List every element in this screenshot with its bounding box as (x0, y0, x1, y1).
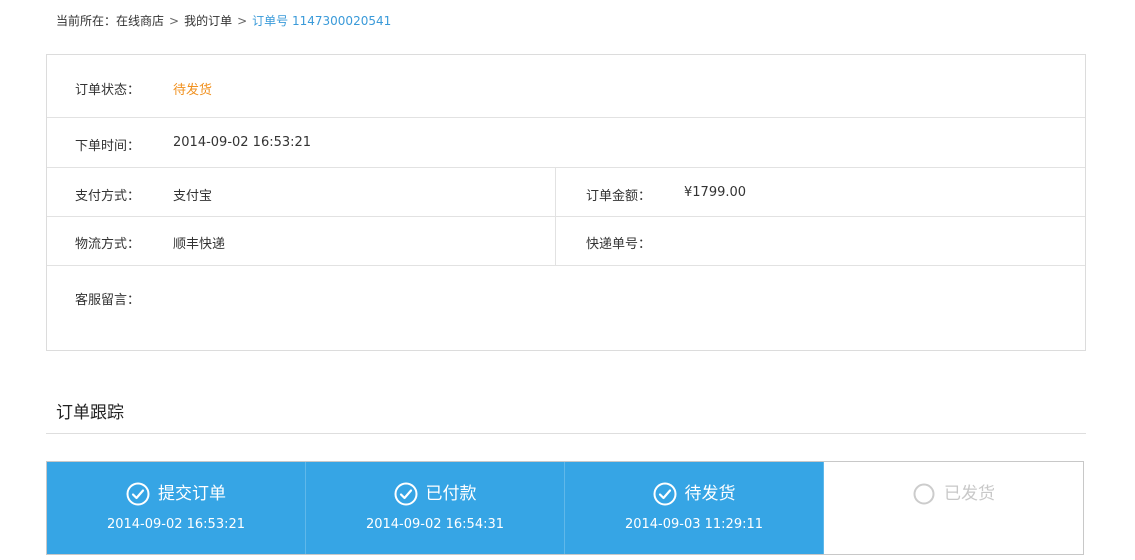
order-status-row: 订单状态： 待发货 (47, 55, 1085, 118)
payment-row: 支付方式： 支付宝 订单金额： ¥1799.00 (47, 168, 1085, 217)
breadcrumb-link-store[interactable]: 在线商店 (116, 14, 164, 28)
order-tracking-steps: 提交订单 2014-09-02 16:53:21 已付款 2014-09-02 … (46, 461, 1084, 555)
tracking-step-submitted: 提交订单 2014-09-02 16:53:21 (47, 462, 306, 554)
payment-method-value: 支付宝 (173, 189, 213, 204)
tracking-step-label: 待发货 (684, 484, 736, 504)
empty-circle-icon (913, 483, 935, 505)
tracking-step-label: 已发货 (944, 484, 995, 504)
order-info-panel: 订单状态： 待发货 下单时间： 2014-09-02 16:53:21 支付方式… (46, 54, 1086, 351)
tracking-step-paid: 已付款 2014-09-02 16:54:31 (306, 462, 565, 554)
tracking-step-label: 已付款 (425, 484, 477, 504)
shipping-method-value: 顺丰快递 (173, 237, 226, 252)
tracking-step-time: 2014-09-02 16:53:21 (106, 517, 246, 532)
tracking-step-time: 2014-09-03 11:29:11 (624, 517, 764, 532)
breadcrumb-link-orders[interactable]: 我的订单 (184, 14, 232, 28)
order-tracking-title: 订单跟踪 (56, 403, 124, 423)
tracking-step-shipped: 已发货 (824, 462, 1083, 554)
order-status-label: 订单状态： (75, 83, 141, 98)
check-circle-icon (394, 482, 417, 506)
tracking-step-time: 2014-09-02 16:54:31 (365, 517, 505, 532)
breadcrumb: 当前所在：在线商店 > 我的订单 > 订单号 1147300020541 (56, 12, 391, 29)
tracking-step-label: 提交订单 (158, 484, 226, 504)
service-note-label: 客服留言： (75, 293, 141, 308)
check-circle-icon (126, 482, 150, 506)
column-divider (555, 217, 556, 265)
order-status-value: 待发货 (173, 83, 213, 98)
breadcrumb-current-order: 订单号 1147300020541 (252, 14, 392, 28)
breadcrumb-separator: > (169, 14, 180, 28)
order-time-label: 下单时间： (75, 139, 141, 154)
column-divider (555, 168, 556, 216)
order-time-value: 2014-09-02 16:53:21 (173, 135, 312, 150)
payment-method-label: 支付方式： (75, 189, 141, 204)
section-divider (46, 433, 1086, 434)
tracking-step-awaiting-shipment: 待发货 2014-09-03 11:29:11 (565, 462, 824, 554)
check-circle-icon (653, 482, 676, 506)
breadcrumb-separator: > (237, 14, 248, 28)
order-time-row: 下单时间： 2014-09-02 16:53:21 (47, 118, 1085, 168)
service-note-row: 客服留言： (47, 266, 1085, 350)
tracking-number-label: 快递单号： (586, 237, 652, 252)
order-amount-value: ¥1799.00 (684, 185, 747, 200)
breadcrumb-prefix: 当前所在： (56, 14, 117, 28)
shipping-method-label: 物流方式： (75, 237, 141, 252)
shipping-row: 物流方式： 顺丰快递 快递单号： (47, 217, 1085, 266)
order-amount-label: 订单金额： (586, 189, 652, 204)
